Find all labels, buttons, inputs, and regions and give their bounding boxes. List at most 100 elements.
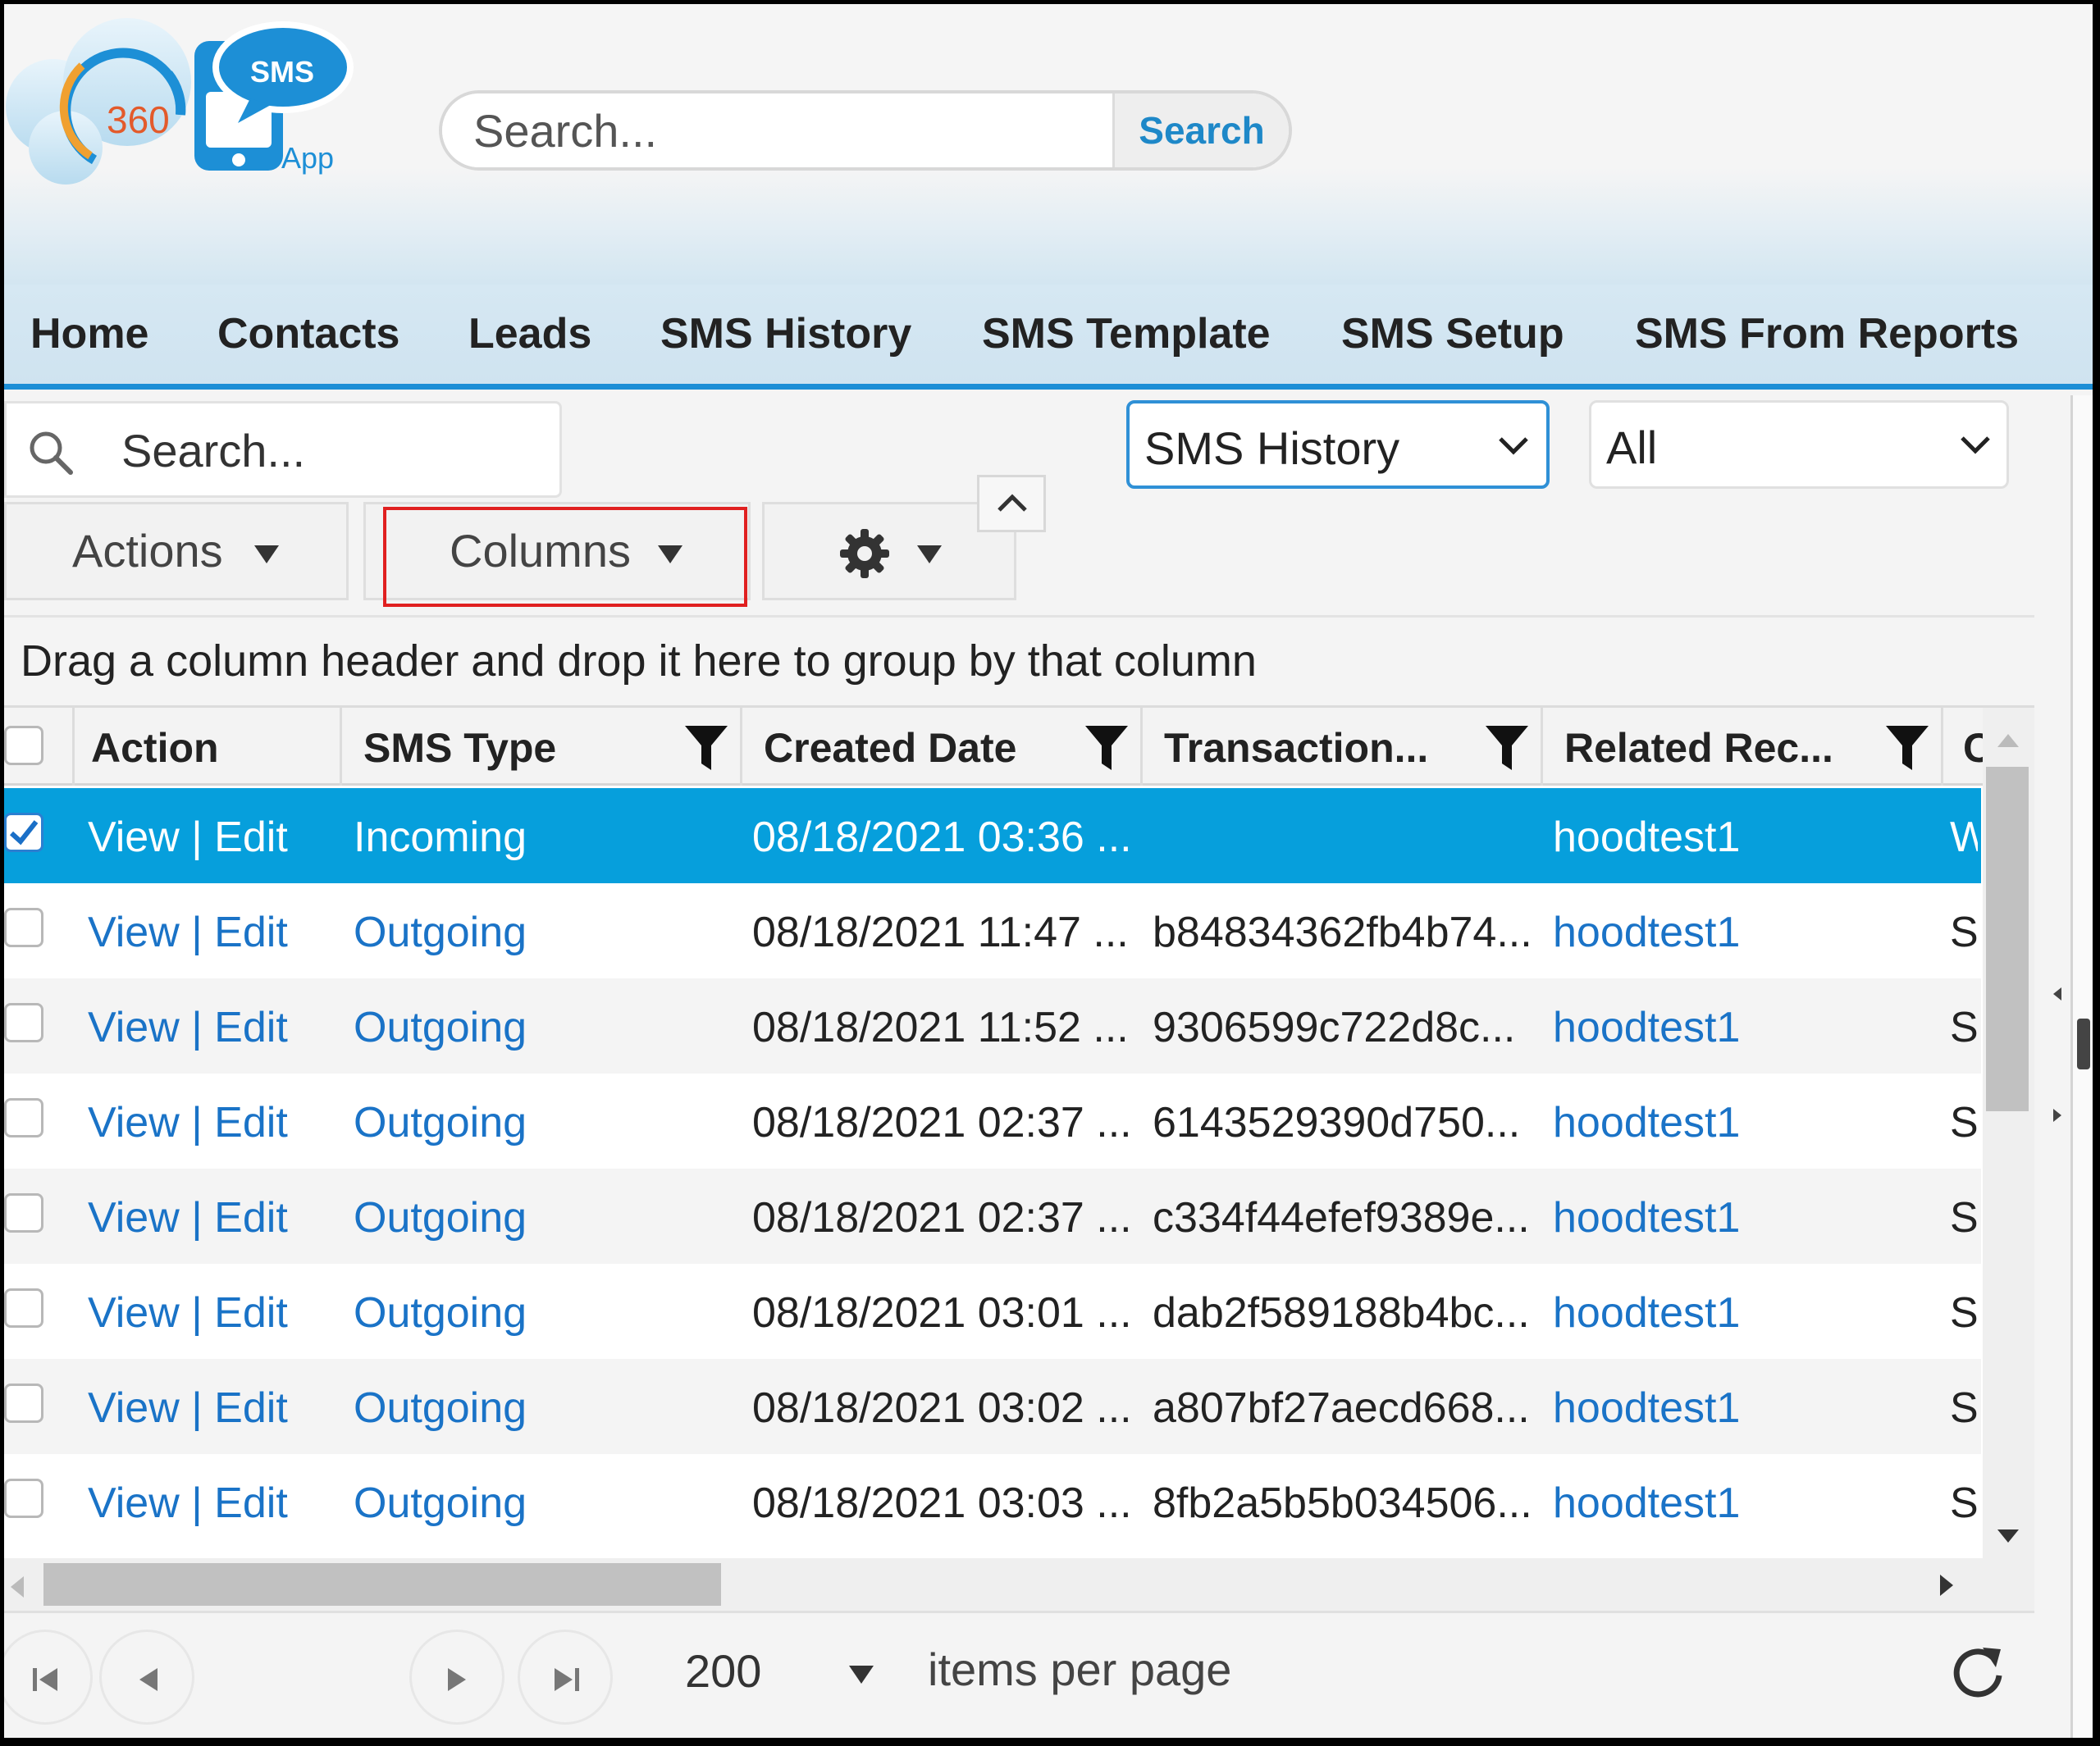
nav-sms-history[interactable]: SMS History	[660, 309, 911, 358]
nav-home[interactable]: Home	[30, 309, 148, 358]
view-edit-link[interactable]: View | Edit	[88, 908, 309, 957]
right-panel-edge[interactable]	[2053, 395, 2093, 1738]
filter-icon[interactable]	[1085, 726, 1128, 770]
search-icon	[30, 431, 73, 475]
table-row[interactable]: View | Edit Outgoing 08/18/2021 02:37 ..…	[4, 1074, 1981, 1169]
group-drop-zone[interactable]: Drag a column header and drop it here to…	[4, 615, 2034, 705]
row-checkbox[interactable]	[4, 813, 43, 852]
sms-type-cell[interactable]: Outgoing	[354, 1384, 575, 1433]
view-edit-link[interactable]: View | Edit	[88, 1193, 309, 1242]
related-record-link[interactable]: hoodtest1	[1553, 1288, 1799, 1338]
sms-type-cell[interactable]: Outgoing	[354, 1098, 575, 1147]
scroll-up-arrow-icon[interactable]	[1996, 732, 2020, 749]
refresh-icon[interactable]	[1950, 1644, 2007, 1702]
row-checkbox[interactable]	[4, 1193, 43, 1233]
table-row[interactable]: View | Edit Incoming 08/18/2021 03:36 ..…	[4, 788, 1981, 883]
related-record-link[interactable]: hoodtest1	[1553, 1384, 1799, 1433]
table-row[interactable]: View | Edit Outgoing 08/18/2021 03:03 ..…	[4, 1454, 1981, 1549]
table-row[interactable]: View | Edit Outgoing 08/18/2021 11:52 ..…	[4, 978, 1981, 1074]
created-date-cell: 08/18/2021 03:03 ...	[752, 1479, 1132, 1527]
view-edit-link[interactable]: View | Edit	[88, 1479, 309, 1528]
row-checkbox[interactable]	[4, 908, 43, 947]
expand-left-arrow-icon[interactable]	[2052, 986, 2063, 1002]
next-page-button[interactable]	[409, 1630, 504, 1725]
first-page-button[interactable]	[4, 1630, 93, 1725]
filter-icon[interactable]	[1486, 726, 1528, 770]
expand-right-arrow-icon[interactable]	[2052, 1107, 2063, 1124]
column-header-transaction[interactable]: Transaction...	[1143, 708, 1543, 786]
vertical-scrollbar[interactable]	[1983, 708, 2034, 1558]
actions-button[interactable]: Actions	[4, 502, 349, 600]
right-panel-thumb[interactable]	[2077, 1019, 2090, 1069]
next-column-cell: S	[1950, 1099, 1978, 1147]
row-checkbox[interactable]	[4, 1384, 43, 1423]
related-record-link[interactable]: hoodtest1	[1553, 1098, 1799, 1147]
view-edit-link[interactable]: View | Edit	[88, 1098, 309, 1147]
transaction-cell: 6143529390d750...	[1153, 1099, 1521, 1147]
scroll-left-arrow-icon[interactable]	[9, 1575, 25, 1599]
column-header-label: Action	[91, 725, 219, 771]
sms-type-cell[interactable]: Outgoing	[354, 908, 575, 957]
view-select[interactable]: SMS History	[1126, 400, 1550, 489]
related-record-link[interactable]: hoodtest1	[1553, 1003, 1799, 1052]
view-edit-link[interactable]: View | Edit	[88, 813, 309, 862]
last-page-button[interactable]	[518, 1630, 613, 1725]
next-column-cell: S	[1950, 1194, 1978, 1242]
related-record-link[interactable]: hoodtest1	[1553, 908, 1799, 957]
row-checkbox[interactable]	[4, 1098, 43, 1137]
column-header-next[interactable]: C	[1943, 708, 1983, 786]
table-row[interactable]: View | Edit Outgoing 08/18/2021 03:01 ..…	[4, 1264, 1981, 1359]
table-row[interactable]: View | Edit Outgoing 08/18/2021 03:02 ..…	[4, 1359, 1981, 1454]
sms-type-cell[interactable]: Outgoing	[354, 1479, 575, 1528]
nav-contacts[interactable]: Contacts	[217, 309, 399, 358]
view-edit-link[interactable]: View | Edit	[88, 1003, 309, 1052]
nav-sms-template[interactable]: SMS Template	[982, 309, 1271, 358]
row-checkbox[interactable]	[4, 1479, 43, 1518]
columns-button[interactable]: Columns	[363, 502, 751, 600]
horizontal-scrollbar[interactable]	[4, 1558, 2034, 1611]
nav-leads[interactable]: Leads	[468, 309, 591, 358]
global-search-button[interactable]: Search	[1112, 93, 1289, 167]
global-search-input[interactable]	[442, 93, 1112, 167]
related-record-link[interactable]: hoodtest1	[1553, 1479, 1799, 1528]
related-record-link[interactable]: hoodtest1	[1553, 1193, 1799, 1242]
view-edit-link[interactable]: View | Edit	[88, 1384, 309, 1433]
checkmark-icon	[9, 820, 39, 846]
table-row[interactable]: View | Edit Outgoing 08/18/2021 02:37 ..…	[4, 1169, 1981, 1264]
sms-type-cell[interactable]: Outgoing	[354, 1003, 575, 1052]
caret-down-icon	[658, 545, 682, 563]
transaction-cell: 9306599c722d8c...	[1153, 1004, 1516, 1051]
next-column-cell: S	[1950, 909, 1978, 956]
column-header-action[interactable]: Action	[75, 708, 342, 786]
filter-select[interactable]: All	[1589, 400, 2009, 489]
sms-type-cell[interactable]: Outgoing	[354, 1288, 575, 1338]
sms-type-cell[interactable]: Outgoing	[354, 1193, 575, 1242]
row-checkbox[interactable]	[4, 1003, 43, 1042]
collapse-toolbar-button[interactable]	[977, 475, 1046, 532]
prev-page-button[interactable]	[99, 1630, 194, 1725]
sms-type-cell[interactable]: Incoming	[354, 813, 575, 862]
filter-icon[interactable]	[1886, 726, 1929, 770]
column-header-sms-type[interactable]: SMS Type	[342, 708, 742, 786]
related-record-link[interactable]: hoodtest1	[1553, 813, 1799, 862]
scroll-right-arrow-icon[interactable]	[1938, 1573, 1955, 1598]
select-all-checkbox[interactable]	[4, 726, 43, 765]
column-header-related-record[interactable]: Related Rec...	[1543, 708, 1943, 786]
scroll-down-arrow-icon[interactable]	[1996, 1528, 2020, 1544]
row-checkbox[interactable]	[4, 1288, 43, 1328]
column-header-created-date[interactable]: Created Date	[742, 708, 1143, 786]
table-row[interactable]: View | Edit Outgoing 08/18/2021 11:47 ..…	[4, 883, 1981, 978]
page-size-select[interactable]: 200	[685, 1644, 761, 1698]
view-edit-link[interactable]: View | Edit	[88, 1288, 309, 1338]
caret-down-icon[interactable]	[847, 1664, 875, 1685]
vertical-scroll-thumb[interactable]	[1986, 767, 2029, 1111]
filter-icon[interactable]	[685, 726, 728, 770]
nav-sms-setup[interactable]: SMS Setup	[1341, 309, 1564, 358]
created-date-cell: 08/18/2021 03:01 ...	[752, 1289, 1132, 1337]
grid-search-input[interactable]	[121, 422, 548, 479]
column-header-label: Transaction...	[1164, 725, 1429, 771]
grid-pager: 200 items per page	[4, 1611, 2034, 1738]
nav-sms-from-reports[interactable]: SMS From Reports	[1635, 309, 2019, 358]
horizontal-scroll-thumb[interactable]	[43, 1563, 721, 1606]
next-page-icon	[448, 1668, 466, 1691]
